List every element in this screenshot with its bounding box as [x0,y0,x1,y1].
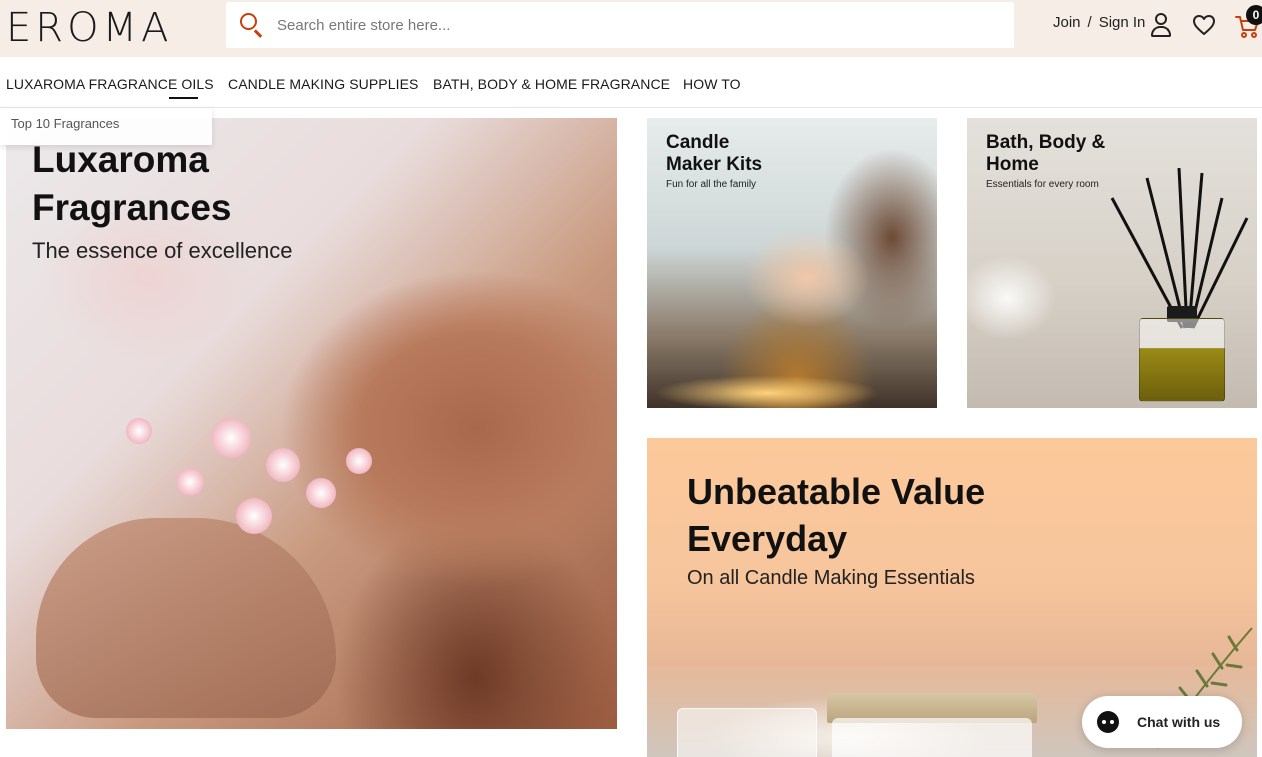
blossom-image [346,448,372,474]
account-links: Join / Sign In [1053,14,1145,31]
active-nav-underline [169,97,198,99]
candle-jar-image [677,708,817,757]
join-link[interactable]: Join [1053,14,1081,31]
blossom-image [236,498,272,534]
cart-count-badge: 0 [1246,5,1262,25]
hero-luxaroma-banner[interactable]: Luxaroma Fragrances The essence of excel… [6,118,617,729]
value-subtitle: On all Candle Making Essentials [687,567,975,589]
blossom-image [211,418,251,458]
hero-title-line2: Fragrances [32,187,232,228]
blossom-image [176,468,204,496]
diffuser-bottle [1139,318,1225,402]
dropdown-item-top-10-fragrances[interactable]: Top 10 Fragrances [11,116,119,131]
bath-body-home-tile[interactable]: Bath, Body & Home Essentials for every r… [967,118,1257,408]
blossom-image [266,448,300,482]
bath-title-line2: Home [986,154,1039,175]
account-separator: / [1087,14,1092,31]
nav-item-candle-making-supplies[interactable]: CANDLE MAKING SUPPLIES [228,76,418,92]
blossom-image [306,478,336,508]
blossom-image [126,418,152,444]
nav-item-how-to[interactable]: HOW TO [683,76,741,92]
heart-icon[interactable] [1192,14,1216,36]
candle-glow [647,363,937,408]
user-icon[interactable] [1150,13,1172,37]
candle-jar-image [832,718,1032,757]
search-icon[interactable] [238,11,266,39]
eroma-logo[interactable]: EROMA [6,5,172,51]
nav-dropdown: Top 10 Fragrances [0,108,212,145]
nav-item-luxaroma-fragrance-oils[interactable]: LUXAROMA FRAGRANCE OILS [6,76,214,92]
search-bar[interactable] [226,2,1014,48]
nav-item-bath-body-home[interactable]: BATH, BODY & HOME FRAGRANCE [433,76,670,92]
chat-bubble-icon [1097,711,1119,733]
chat-with-us-button[interactable]: Chat with us [1082,696,1242,748]
value-title-line2: Everyday [687,518,848,559]
hero-subtitle: The essence of excellence [32,238,293,263]
kits-title-line1: Candle [666,132,730,153]
bath-title-line1: Bath, Body & [986,132,1106,153]
candle-maker-kits-tile[interactable]: Candle Maker Kits Fun for all the family [647,118,937,408]
chat-label: Chat with us [1137,714,1221,730]
kits-subtitle: Fun for all the family [666,179,757,190]
site-header: EROMA Join / Sign In 0 [0,0,1262,57]
signin-link[interactable]: Sign In [1099,14,1146,31]
hand-image [36,518,336,718]
kits-title-line2: Maker Kits [666,154,763,175]
value-title-line1: Unbeatable Value [687,471,986,512]
main-nav: LUXAROMA FRAGRANCE OILS CANDLE MAKING SU… [0,57,1262,108]
bath-subtitle: Essentials for every room [986,179,1099,190]
search-input[interactable] [277,16,977,34]
